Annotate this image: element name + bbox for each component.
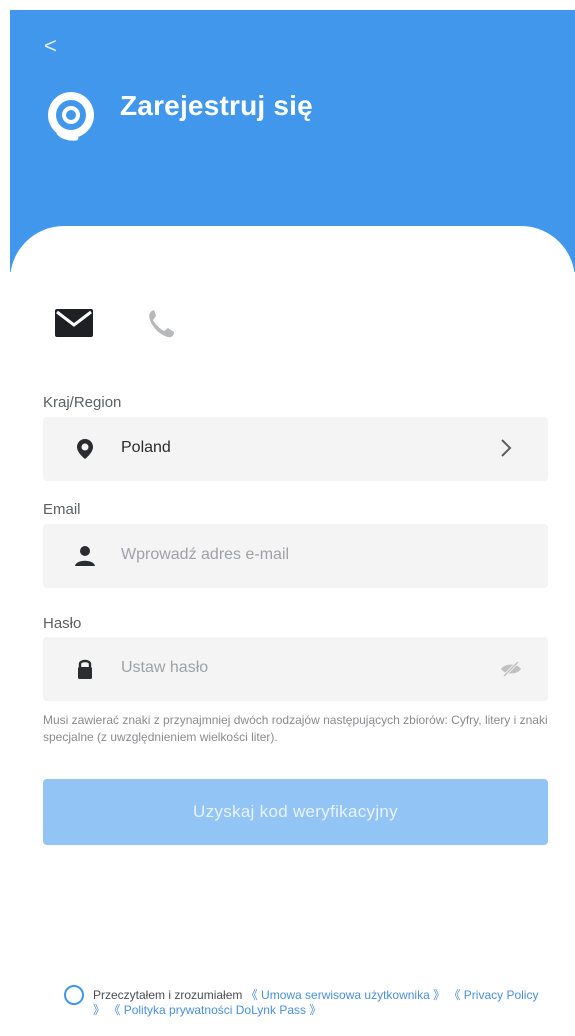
dolynk-privacy-link[interactable]: 《 Polityka prywatności DoLynk Pass 》: [108, 1003, 321, 1017]
email-label: Email: [43, 501, 81, 518]
user-agreement-link[interactable]: 《 Umowa serwisowa użytkownika 》: [246, 988, 445, 1002]
lock-icon: [78, 659, 92, 679]
get-verification-code-button[interactable]: Uzyskaj kod weryfikacyjny: [43, 779, 548, 845]
app-logo-icon: [48, 92, 94, 141]
terms-agree-radio[interactable]: [64, 985, 84, 1005]
country-value: Poland: [121, 439, 171, 456]
country-selector[interactable]: Poland: [43, 417, 548, 481]
password-placeholder: Ustaw hasło: [121, 659, 209, 676]
password-hint: Musi zawierać znaki z przynajmniej dwóch…: [43, 713, 548, 744]
terms-prefix: Przeczytałem i zrozumiałem: [93, 988, 246, 1002]
country-label: Kraj/Region: [43, 394, 122, 411]
email-placeholder: Wprowadź adres e-mail: [121, 546, 290, 563]
page-title: Zarejestruj się: [120, 90, 313, 121]
back-button[interactable]: <: [44, 32, 72, 60]
terms-text: Przeczytałem i zrozumiałem 《 Umowa serwi…: [93, 988, 553, 1018]
form-card: [10, 226, 575, 1036]
chevron-right-icon: [501, 439, 512, 457]
register-screen: < Zarejestruj się Kraj/Region Poland Ema…: [0, 0, 575, 1036]
phone-icon[interactable]: [138, 301, 182, 345]
location-pin-icon: [77, 439, 93, 459]
user-icon: [75, 546, 95, 566]
email-field[interactable]: Wprowadź adres e-mail: [43, 524, 548, 588]
password-label: Hasło: [43, 615, 82, 632]
hide-password-icon[interactable]: [499, 657, 523, 681]
password-field[interactable]: Ustaw hasło: [43, 637, 548, 701]
email-icon[interactable]: [52, 301, 96, 345]
